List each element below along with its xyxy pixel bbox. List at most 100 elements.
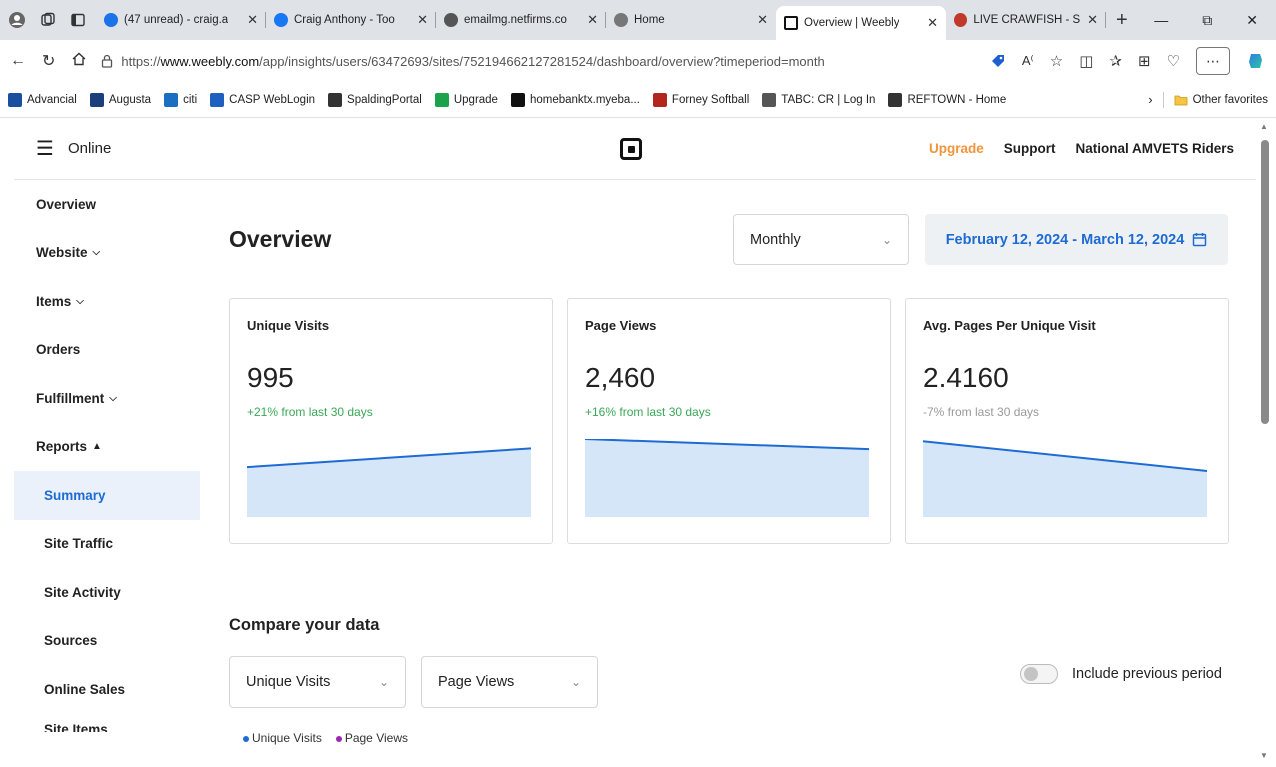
extension-tag-icon[interactable] xyxy=(990,53,1006,69)
favorites-divider xyxy=(1162,91,1164,108)
forney-icon xyxy=(652,92,667,107)
favorite-link[interactable]: citi xyxy=(164,92,198,107)
page-scrollbar[interactable]: ▲ ▼ xyxy=(1256,118,1276,767)
tab-close-icon[interactable]: ✕ xyxy=(587,12,598,28)
browser-tab[interactable]: (47 unread) - craig.a ✕ xyxy=(96,0,266,40)
home-button[interactable] xyxy=(71,51,87,72)
favorite-link[interactable]: CASP WebLogin xyxy=(210,92,315,107)
citi-icon xyxy=(164,92,179,107)
url-field[interactable]: https://www.weebly.com/app/insights/user… xyxy=(101,45,975,77)
tab-close-icon[interactable]: ✕ xyxy=(247,12,258,28)
sidebar-item-summary[interactable]: Summary xyxy=(14,471,200,520)
favorites-overflow-chevron-icon[interactable]: › xyxy=(1148,92,1152,107)
compare-metric-2-select[interactable]: Page Views ⌄ xyxy=(421,656,598,708)
favorites-bar: Advancial Augusta citi CASP WebLogin Spaldin… xyxy=(0,82,1276,118)
hamburger-menu-icon[interactable]: ☰ xyxy=(36,136,54,161)
metric-card[interactable]: Avg. Pages Per Unique Visit 2.4160 -7% fro… xyxy=(905,298,1229,544)
sidebar-item-online-sales[interactable]: Online Sales xyxy=(14,665,200,714)
sidebar-item-label: Items xyxy=(36,293,72,309)
copilot-icon[interactable] xyxy=(1246,51,1266,71)
browser-tab[interactable]: Home ✕ xyxy=(606,0,776,40)
scroll-down-icon[interactable]: ▼ xyxy=(1260,751,1268,760)
new-tab-button[interactable]: + xyxy=(1106,9,1138,32)
more-menu-button[interactable]: ⋯ xyxy=(1196,47,1230,75)
sidebar-item-label: Sources xyxy=(44,633,98,649)
account-menu[interactable]: National AMVETS Riders xyxy=(1075,141,1234,156)
sidebar-item-orders[interactable]: Orders xyxy=(14,326,200,375)
metric-change: -7% from last 30 days xyxy=(923,405,1040,419)
metric-card[interactable]: Page Views 2,460 +16% from last 30 days xyxy=(567,298,891,544)
browser-tab[interactable]: Craig Anthony - Too ✕ xyxy=(266,0,436,40)
favorite-link[interactable]: Forney Softball xyxy=(652,92,749,107)
tab-close-icon[interactable]: ✕ xyxy=(1087,12,1098,28)
favorite-label: citi xyxy=(183,93,198,106)
sidebar-item-site-items[interactable]: Site Items xyxy=(44,722,230,732)
other-favorites-folder[interactable]: Other favorites xyxy=(1174,93,1268,107)
tab-close-icon[interactable]: ✕ xyxy=(927,15,938,31)
sidebar-item-overview[interactable]: Overview xyxy=(14,180,200,229)
address-bar-row: ← ↻ https://www.weebly.com/app/insights/… xyxy=(0,40,1276,82)
browser-tab[interactable]: emailmg.netfirms.co ✕ xyxy=(436,0,606,40)
metric-change: +21% from last 30 days xyxy=(247,405,373,419)
tab-title: (47 unread) - craig.a xyxy=(124,14,229,26)
browser-essentials-icon[interactable]: ♡ xyxy=(1167,52,1180,70)
favorite-star-icon[interactable]: ☆ xyxy=(1050,52,1063,70)
lock-icon[interactable] xyxy=(101,54,113,68)
support-link[interactable]: Support xyxy=(1004,141,1056,156)
square-logo-icon xyxy=(784,16,798,30)
back-button[interactable]: ← xyxy=(10,52,26,70)
compare-metric-1-select[interactable]: Unique Visits ⌄ xyxy=(229,656,406,708)
split-screen-icon[interactable]: ◫ xyxy=(1079,52,1093,70)
browser-tab[interactable]: LIVE CRAWFISH - Su ✕ xyxy=(946,0,1106,40)
scrollbar-thumb[interactable] xyxy=(1261,140,1269,424)
tab-title: Home xyxy=(634,14,665,26)
include-previous-toggle[interactable]: Include previous period xyxy=(1020,664,1222,684)
square-logo-icon[interactable] xyxy=(620,138,642,160)
browser-tab[interactable]: Overview | Weebly ✕ xyxy=(776,6,946,40)
top-navigation: ☰ Online Upgrade Support National AMVETS… xyxy=(14,118,1256,180)
favorite-link[interactable]: Advancial xyxy=(8,92,77,107)
sidebar-item-label: Reports xyxy=(36,439,88,455)
other-favorites-label: Other favorites xyxy=(1192,93,1268,106)
sidebar-item-reports[interactable]: Reports ▲ xyxy=(14,423,200,472)
tab-close-icon[interactable]: ✕ xyxy=(757,12,768,28)
sidebar-item-items[interactable]: Items ⌵ xyxy=(14,277,200,326)
sidebar-item-site-activity[interactable]: Site Activity xyxy=(14,568,200,617)
chart-legend: Unique Visits Page Views xyxy=(243,731,408,745)
sidebar-item-site-traffic[interactable]: Site Traffic xyxy=(14,520,200,569)
sidebar-item-website[interactable]: Website ⌵ xyxy=(14,229,200,278)
read-aloud-icon[interactable]: A⁽ xyxy=(1022,53,1034,69)
sparkline-chart xyxy=(923,440,1207,517)
tab-actions-icon[interactable] xyxy=(70,12,86,28)
document-icon xyxy=(444,13,458,27)
refresh-button[interactable]: ↻ xyxy=(42,51,55,71)
collections-icon[interactable]: ⊞ xyxy=(1138,52,1151,70)
chevron-down-icon: ⌄ xyxy=(881,232,892,247)
scroll-up-icon[interactable]: ▲ xyxy=(1260,122,1268,131)
favorite-link[interactable]: SpaldingPortal xyxy=(328,92,422,107)
minimize-button[interactable]: — xyxy=(1154,12,1168,28)
tab-close-icon[interactable]: ✕ xyxy=(417,12,428,28)
close-window-button[interactable]: ✕ xyxy=(1246,12,1258,29)
favorite-link[interactable]: Upgrade xyxy=(434,92,498,107)
sidebar-item-label: Summary xyxy=(44,487,106,503)
favorites-list-icon[interactable]: ✰ xyxy=(1109,52,1122,70)
date-range-button[interactable]: February 12, 2024 - March 12, 2024 xyxy=(925,214,1228,265)
document-icon xyxy=(762,92,777,107)
url-prefix: https:// xyxy=(121,53,161,69)
restore-button[interactable]: ⧉ xyxy=(1202,12,1212,29)
period-select[interactable]: Monthly ⌄ xyxy=(733,214,909,265)
chevron-down-icon: ⌵ xyxy=(92,247,101,259)
sidebar-item-fulfillment[interactable]: Fulfillment ⌵ xyxy=(14,374,200,423)
metric-card[interactable]: Unique Visits 995 +21% from last 30 days xyxy=(229,298,553,544)
toggle-switch[interactable] xyxy=(1020,664,1058,684)
favorite-link[interactable]: homebanktx.myeba... xyxy=(510,92,640,107)
profile-icon[interactable] xyxy=(8,11,26,29)
workspaces-icon[interactable] xyxy=(40,12,56,28)
url-host: www.weebly.com xyxy=(160,53,260,69)
favorite-link[interactable]: TABC: CR | Log In xyxy=(762,92,875,107)
favorite-link[interactable]: REFTOWN - Home xyxy=(888,92,1006,107)
favorite-link[interactable]: Augusta xyxy=(89,92,151,107)
sidebar-item-sources[interactable]: Sources xyxy=(14,617,200,666)
upgrade-link[interactable]: Upgrade xyxy=(929,141,984,156)
